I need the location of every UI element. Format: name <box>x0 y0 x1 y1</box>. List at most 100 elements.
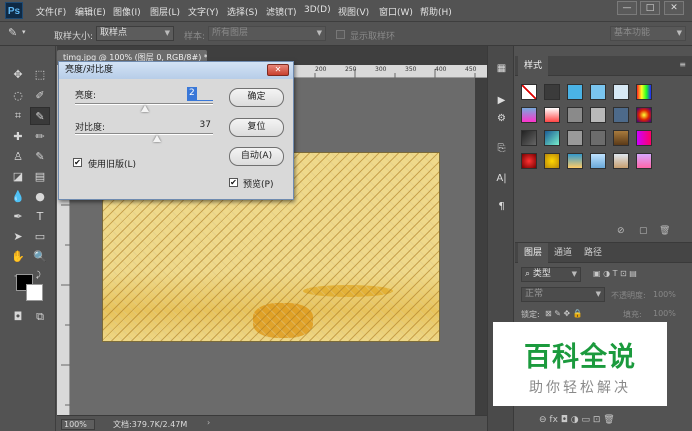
stamp-tool-icon[interactable]: ♙ <box>8 148 28 166</box>
zoom-tool-icon[interactable]: 🔍 <box>30 248 50 266</box>
menu-select[interactable]: 选择(S) <box>227 5 258 18</box>
panel-menu-icon[interactable]: ≡ <box>679 60 686 69</box>
style-swatch[interactable] <box>567 84 583 100</box>
sample-size-select[interactable]: 取样点 ▼ <box>96 26 174 41</box>
tab-styles[interactable]: 样式 <box>518 56 549 76</box>
blend-mode-select[interactable]: 正常 ▼ <box>521 287 605 302</box>
use-legacy-checkbox[interactable]: ✔ <box>73 158 82 167</box>
menu-type[interactable]: 文字(Y) <box>188 5 219 18</box>
style-swatch[interactable] <box>521 107 537 123</box>
menu-view[interactable]: 视图(V) <box>338 5 369 18</box>
style-swatch[interactable] <box>590 153 606 169</box>
menu-layer[interactable]: 图层(L) <box>150 5 180 18</box>
style-swatch[interactable] <box>613 107 629 123</box>
style-swatch[interactable] <box>567 153 583 169</box>
tab-channels[interactable]: 通道 <box>548 243 578 263</box>
history-brush-tool-icon[interactable]: ✎ <box>30 148 50 166</box>
style-swatch[interactable] <box>521 153 537 169</box>
workspace-select[interactable]: 基本功能 ▼ <box>610 26 686 41</box>
menu-help[interactable]: 帮助(H) <box>420 5 452 18</box>
style-swatch[interactable] <box>567 130 583 146</box>
lasso-tool-icon[interactable]: ◌ <box>8 87 28 105</box>
menu-edit[interactable]: 编辑(E) <box>75 5 106 18</box>
shape-tool-icon[interactable]: ▭ <box>30 228 50 246</box>
minimize-button[interactable]: — <box>617 1 637 15</box>
style-swatch[interactable] <box>544 84 560 100</box>
hand-tool-icon[interactable]: ✋ <box>8 248 28 266</box>
contrast-slider-track[interactable] <box>75 133 213 135</box>
style-swatch[interactable] <box>613 153 629 169</box>
menu-3d[interactable]: 3D(D) <box>304 5 331 15</box>
ok-button[interactable]: 确定 <box>229 88 284 107</box>
menu-image[interactable]: 图像(I) <box>113 5 141 18</box>
style-swatch[interactable] <box>544 107 560 123</box>
dodge-tool-icon[interactable]: ● <box>30 188 50 206</box>
delete-style-icon[interactable]: 🗑 <box>659 226 670 236</box>
eyedropper-tool-icon[interactable]: ✎ <box>8 26 17 39</box>
tool-preset-chevron-icon[interactable]: ▾ <box>22 28 26 36</box>
preview-checkbox[interactable]: ✔ <box>229 178 238 187</box>
zoom-field[interactable]: 100% <box>61 419 95 430</box>
brightness-input[interactable]: 2 <box>187 87 197 100</box>
layer-filter-select[interactable]: ⌕ 类型 ▼ <box>521 267 581 282</box>
character-icon[interactable]: A| <box>492 170 511 188</box>
healing-tool-icon[interactable]: ✚ <box>8 128 28 146</box>
menu-file[interactable]: 文件(F) <box>36 5 66 18</box>
style-swatch[interactable] <box>544 130 560 146</box>
paragraph-icon[interactable]: ¶ <box>492 198 511 216</box>
brush-tool-icon[interactable]: ✏ <box>30 128 50 146</box>
new-style-icon[interactable]: ▢ <box>639 226 648 236</box>
style-swatch[interactable] <box>636 84 652 100</box>
fill-value[interactable]: 100% <box>653 309 676 318</box>
restore-button[interactable]: □ <box>640 1 660 15</box>
show-ring-checkbox[interactable] <box>336 30 345 39</box>
quick-mask-icon[interactable]: ◘ <box>8 308 28 326</box>
layer-filter-icons[interactable]: ▣ ◑ T ⊡ ▤ <box>593 269 637 278</box>
opacity-value[interactable]: 100% <box>653 290 676 299</box>
auto-button[interactable]: 自动(A) <box>229 147 284 166</box>
sample-select[interactable]: 所有图层 ▼ <box>208 26 326 41</box>
lock-icons[interactable]: ⊠ ✎ ✥ 🔒 <box>545 309 583 318</box>
status-menu-arrow-icon[interactable]: › <box>207 418 210 427</box>
adjustments-icon[interactable]: ⚙ <box>492 110 511 128</box>
reset-button[interactable]: 复位 <box>229 118 284 137</box>
layer-footer-icons[interactable]: ⊖ fx ◘ ◑ ▭ ⊡ 🗑 <box>539 415 615 425</box>
quick-select-tool-icon[interactable]: ✐ <box>30 87 50 105</box>
path-select-tool-icon[interactable]: ➤ <box>8 228 28 246</box>
menu-filter[interactable]: 滤镜(T) <box>266 5 297 18</box>
marquee-tool-icon[interactable]: ⬚ <box>30 66 50 84</box>
actions-play-icon[interactable]: ▶ <box>492 92 511 110</box>
style-swatch[interactable] <box>521 130 537 146</box>
color-panel-icon[interactable]: ▦ <box>492 60 511 78</box>
style-swatch[interactable] <box>567 107 583 123</box>
clear-style-icon[interactable]: ⊘ <box>617 226 625 236</box>
style-swatch[interactable] <box>636 107 652 123</box>
style-swatch[interactable] <box>636 130 652 146</box>
blur-tool-icon[interactable]: 💧 <box>8 188 28 206</box>
eraser-tool-icon[interactable]: ◪ <box>8 168 28 186</box>
brightness-slider-thumb[interactable] <box>140 105 149 112</box>
pen-tool-icon[interactable]: ✒ <box>8 208 28 226</box>
style-swatch[interactable] <box>613 84 629 100</box>
contrast-slider-thumb[interactable] <box>152 135 161 142</box>
tab-paths[interactable]: 路径 <box>578 243 608 263</box>
gradient-tool-icon[interactable]: ▤ <box>30 168 50 186</box>
close-icon[interactable]: ✕ <box>267 64 289 76</box>
style-swatch[interactable] <box>521 84 537 100</box>
eyedropper-tool-icon[interactable]: ✎ <box>30 107 50 125</box>
move-tool-icon[interactable]: ✥ <box>8 66 28 84</box>
tab-layers[interactable]: 图层 <box>518 243 549 263</box>
type-tool-icon[interactable]: T <box>30 208 50 226</box>
paragraph-styles-icon[interactable]: ⎘ <box>492 140 511 158</box>
screen-mode-icon[interactable]: ⧉ <box>30 308 50 326</box>
close-window-button[interactable]: ✕ <box>664 1 684 15</box>
style-swatch[interactable] <box>613 130 629 146</box>
style-swatch[interactable] <box>544 153 560 169</box>
style-swatch[interactable] <box>590 107 606 123</box>
style-swatch[interactable] <box>636 153 652 169</box>
style-swatch[interactable] <box>590 130 606 146</box>
style-swatch[interactable] <box>590 84 606 100</box>
background-color-swatch[interactable] <box>26 284 43 301</box>
crop-tool-icon[interactable]: ⌗ <box>8 107 28 125</box>
swap-colors-icon[interactable]: ⤸ <box>36 270 41 280</box>
